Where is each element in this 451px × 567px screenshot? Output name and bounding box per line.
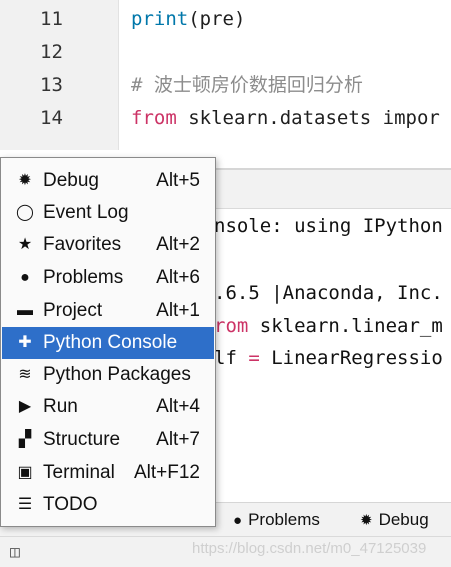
line-number: 12 xyxy=(40,41,63,63)
menu-item-label: Project xyxy=(43,300,103,321)
menu-item-project[interactable]: ▬ Project Alt+1 xyxy=(2,295,214,327)
menu-item-label: Event Log xyxy=(43,202,129,223)
code-text: lf xyxy=(214,347,237,369)
code-line-14[interactable]: 14 from sklearn.datasets impor xyxy=(0,102,451,135)
problems-icon: ● xyxy=(20,269,30,286)
menu-item-label: Favorites xyxy=(43,234,122,255)
structure-icon: ▞ xyxy=(18,431,32,448)
menu-item-label: Python Packages xyxy=(43,364,191,385)
menu-item-shortcut: Alt+7 xyxy=(156,429,200,450)
terminal-icon: ▣ xyxy=(17,464,33,481)
bug-icon: ✹ xyxy=(18,172,32,189)
layout-toggle-icon[interactable]: ◫ xyxy=(10,542,20,561)
menu-item-python-console[interactable]: ✚ Python Console xyxy=(2,327,214,359)
console-output-line: .6.5 |Anaconda, Inc. xyxy=(214,282,443,304)
python-icon: ✚ xyxy=(18,334,32,351)
menu-item-favorites[interactable]: ★ Favorites Alt+2 xyxy=(2,229,214,261)
menu-item-label: Problems xyxy=(43,267,124,288)
code-line-11[interactable]: 11 print(pre) xyxy=(0,3,451,36)
menu-item-label: Structure xyxy=(43,429,121,450)
line-number: 14 xyxy=(40,107,63,129)
problems-icon: ● xyxy=(233,511,243,529)
code-text: sklearn.linear_m xyxy=(248,315,443,337)
code-function: print xyxy=(131,8,189,30)
code-line-12[interactable]: 12 xyxy=(0,36,451,69)
menu-item-label: Debug xyxy=(43,170,99,191)
tab-debug[interactable]: ✹ Debug xyxy=(360,510,429,530)
code-text: LinearRegressio xyxy=(271,347,443,369)
watermark: https://blog.csdn.net/m0_47125039 xyxy=(192,540,427,557)
menu-item-run[interactable]: ▶ Run Alt+4 xyxy=(2,391,214,423)
console-input-line: lf = LinearRegressio xyxy=(214,344,443,372)
run-icon: ▶ xyxy=(18,398,32,415)
tab-problems[interactable]: ● Problems xyxy=(233,510,320,530)
bug-icon: ✹ xyxy=(360,512,373,529)
code-editor[interactable]: 11 print(pre) 12 13 # 波士顿房价数据回归分析 14 fro… xyxy=(0,0,451,170)
code-keyword: rom xyxy=(214,315,249,337)
menu-item-problems[interactable]: ● Problems Alt+6 xyxy=(2,262,214,294)
menu-item-label: Python Console xyxy=(43,332,178,353)
menu-item-shortcut: Alt+F12 xyxy=(133,462,200,483)
line-number: 11 xyxy=(40,8,63,30)
line-number: 13 xyxy=(40,74,63,96)
menu-item-terminal[interactable]: ▣ Terminal Alt+F12 xyxy=(2,457,214,489)
menu-item-label: Terminal xyxy=(43,462,115,483)
menu-item-label: TODO xyxy=(43,494,98,515)
code-comment: # 波士顿房价数据回归分析 xyxy=(131,74,363,96)
menu-item-debug[interactable]: ✹ Debug Alt+5 xyxy=(2,165,214,197)
layers-icon: ≋ xyxy=(18,366,32,383)
todo-icon: ☰ xyxy=(17,496,33,513)
folder-icon: ▬ xyxy=(17,302,33,319)
menu-item-shortcut: Alt+1 xyxy=(156,300,200,321)
status-bar: ◫ https://blog.csdn.net/m0_47125039 xyxy=(0,536,451,567)
code-operator: = xyxy=(236,347,272,369)
menu-item-python-packages[interactable]: ≋ Python Packages xyxy=(2,359,214,391)
code-text: (pre) xyxy=(188,8,246,30)
tab-problems-label: Problems xyxy=(248,510,320,529)
menu-item-todo[interactable]: ☰ TODO xyxy=(2,489,214,521)
code-line-13[interactable]: 13 # 波士顿房价数据回归分析 xyxy=(0,69,451,102)
menu-item-structure[interactable]: ▞ Structure Alt+7 xyxy=(2,424,214,456)
menu-item-shortcut: Alt+2 xyxy=(156,234,200,255)
console-output-line: nsole: using IPython xyxy=(214,215,443,237)
console-input-line: rom sklearn.linear_m xyxy=(214,312,443,340)
menu-item-label: Run xyxy=(43,396,78,417)
tab-debug-label: Debug xyxy=(378,510,429,529)
code-text: sklearn.datasets impor xyxy=(176,107,440,129)
menu-item-event-log[interactable]: ◯ Event Log xyxy=(2,197,214,229)
menu-item-shortcut: Alt+6 xyxy=(156,267,200,288)
star-icon: ★ xyxy=(17,236,33,253)
menu-item-shortcut: Alt+4 xyxy=(156,396,200,417)
code-keyword: from xyxy=(131,107,177,129)
menu-item-shortcut: Alt+5 xyxy=(156,170,200,191)
tool-windows-menu: ✹ Debug Alt+5 ◯ Event Log ★ Favorites Al… xyxy=(0,157,216,527)
event-log-icon: ◯ xyxy=(16,204,34,221)
